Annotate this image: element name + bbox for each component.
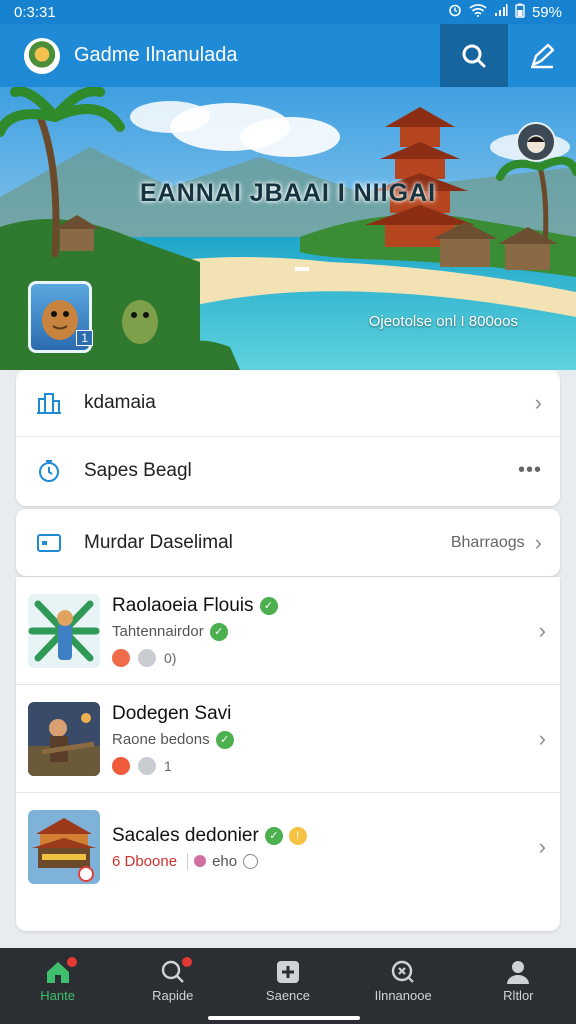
nav-label: Hante (40, 988, 75, 1003)
game-title: Raolaoeia Flouis (112, 594, 254, 616)
bottom-navigation: Hante Rapide Saence Ilnnanooe Rltlor (0, 948, 576, 1024)
battery-percent: 59% (531, 3, 562, 21)
hero-subtitle: Ojeotolse onl I 800oos (368, 313, 518, 330)
nav-label: Rapide (152, 988, 194, 1003)
game-subtitle: Tahtennairdor (112, 623, 204, 640)
game-thumbnail (28, 810, 100, 884)
game-subtitle: 6 Dboone (112, 852, 189, 870)
game-list: Raolaoeia Flouis ✓ Tahtennairdor ✓ 0) › Do… (16, 577, 560, 931)
game-meta: 1 (164, 757, 172, 774)
nav-label: Rltlor (503, 988, 534, 1003)
app-title: Gadme Ilnanulada (74, 44, 238, 66)
app-logo (24, 37, 60, 74)
nav-label: Ilnnanooe (374, 988, 432, 1003)
nav-rapide[interactable]: Rapide (123, 956, 223, 1003)
hero-avatar[interactable] (516, 122, 556, 162)
game-thumbnail (28, 593, 100, 668)
profile-icon (507, 961, 530, 984)
nav-saence[interactable]: Saence (238, 956, 338, 1003)
more-options-icon[interactable]: ••• (518, 459, 542, 482)
game-subtitle: Raone bedons (112, 731, 210, 748)
avatar-icon (527, 135, 545, 153)
verified-icon: ✓ (209, 622, 228, 641)
menu-card-secondary: Murdar Daselimal Bharraogs › (16, 509, 560, 576)
nav-home[interactable]: Hante (8, 956, 108, 1003)
verified-icon: ✓ (264, 826, 283, 845)
game-title: Sacales dedonier (112, 824, 259, 846)
menu-item-kdamaia[interactable]: kdamaia › (16, 370, 560, 437)
verified-icon: ✓ (259, 596, 278, 615)
rating-icon (112, 756, 130, 775)
chevron-right-icon: › (538, 834, 546, 859)
list-item[interactable]: Raolaoeia Flouis ✓ Tahtennairdor ✓ 0) › (16, 577, 560, 685)
search-button[interactable] (440, 24, 508, 87)
search-icon (462, 44, 486, 67)
player-icon (138, 648, 156, 667)
game-meta: 0) (164, 649, 177, 666)
alarm-icon (448, 3, 462, 21)
nav-profile[interactable]: Rltlor (468, 956, 568, 1003)
menu-item-sapes-beagl[interactable]: Sapes Beagl ••• (16, 437, 560, 504)
list-item[interactable]: Sacales dedonier ✓! 6 Dboone eho › (16, 793, 560, 901)
chevron-right-icon: › (538, 725, 546, 751)
notification-dot (65, 956, 78, 968)
menu-item-murdar-daselimal[interactable]: Murdar Daselimal Bharraogs › (16, 509, 560, 576)
timer-icon (34, 456, 64, 486)
notification-dot (180, 956, 193, 968)
player-icon (138, 756, 156, 775)
wifi-icon (469, 3, 487, 21)
rating-icon (112, 648, 130, 667)
app-bar: Gadme Ilnanulada (0, 24, 576, 87)
edit-icon (531, 43, 555, 68)
building-icon (34, 388, 64, 418)
menu-item-value: Bharraogs (450, 533, 525, 551)
menu-card: kdamaia › Sapes Beagl ••• (16, 370, 560, 506)
chevron-right-icon: › (534, 529, 542, 555)
signal-icon (494, 3, 508, 21)
chevron-right-icon: › (534, 390, 542, 415)
player-icon (243, 853, 259, 869)
menu-item-label: Sapes Beagl (84, 459, 192, 481)
edit-button[interactable] (508, 24, 576, 87)
warning-icon: ! (288, 826, 307, 845)
nav-label: Saence (265, 988, 311, 1003)
battery-icon (515, 3, 525, 22)
status-time: 0:3:31 (14, 3, 56, 21)
hero-character-badge[interactable]: 1 (28, 281, 93, 353)
game-thumbnail (28, 701, 100, 776)
game-meta: eho (212, 852, 238, 870)
status-bar: 0:3:31 59% (0, 0, 576, 24)
window-icon (34, 528, 64, 558)
heart-icon (194, 855, 207, 867)
plus-box-icon (276, 961, 299, 983)
menu-item-label: kdamaia (84, 392, 156, 413)
hero-banner[interactable]: EANNAI JBAAI I NIIGAI Ojeotolse onl I 80… (0, 87, 576, 370)
chevron-right-icon: › (538, 617, 546, 643)
status-icons: 59% (448, 3, 562, 22)
verified-icon: ✓ (215, 730, 234, 749)
home-indicator[interactable] (208, 1016, 360, 1020)
game-title: Dodegen Savi (112, 702, 232, 724)
menu-item-label: Murdar Daselimal (84, 531, 233, 553)
explore-icon (391, 960, 414, 983)
nav-ilnnanooe[interactable]: Ilnnanooe (353, 956, 453, 1003)
hero-badge-count: 1 (76, 330, 93, 346)
list-item[interactable]: Dodegen Savi Raone bedons ✓ 1 › (16, 685, 560, 793)
hero-title: EANNAI JBAAI I NIIGAI (139, 179, 437, 207)
